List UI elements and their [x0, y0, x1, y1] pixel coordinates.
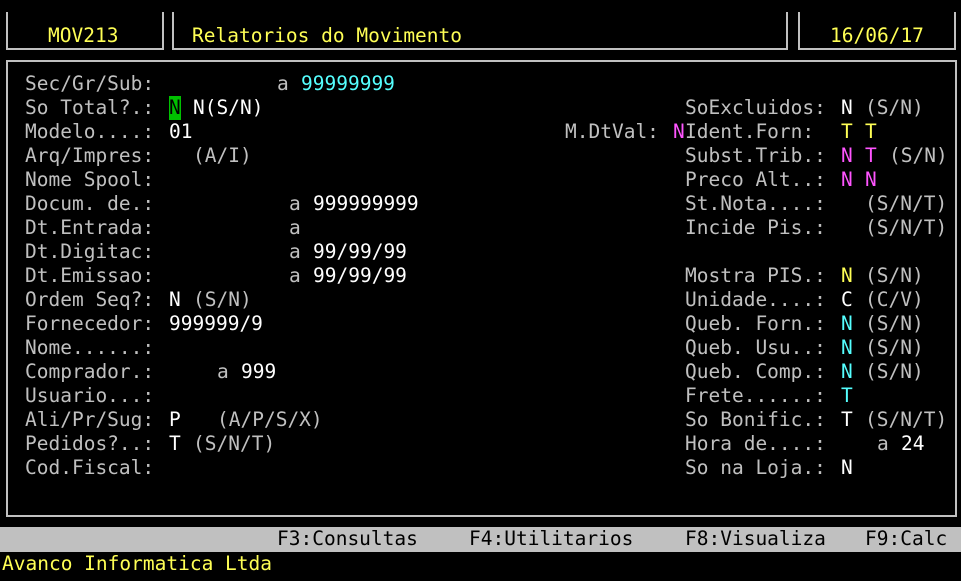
- label-pedidos: Pedidos?..:: [25, 432, 155, 455]
- label-arqimpres: Arq/Impres:: [25, 144, 155, 167]
- dtentrada-sep: a: [289, 216, 301, 239]
- label-quebusu: Queb. Usu..:: [685, 336, 826, 359]
- substtrib-field-1[interactable]: N: [841, 144, 853, 168]
- label-secgrsub: Sec/Gr/Sub:: [25, 72, 155, 95]
- label-frete: Frete......:: [685, 384, 826, 407]
- quebcomp-field[interactable]: N: [841, 360, 853, 384]
- mdtval-field[interactable]: N: [673, 120, 685, 144]
- precoalt-field-1[interactable]: N: [841, 168, 853, 192]
- substtrib-hint: (S/N): [889, 144, 948, 167]
- dtdigitac-sep: a: [289, 240, 301, 263]
- label-comprador: Comprador.:: [25, 360, 155, 383]
- mostrapis-field[interactable]: N: [841, 264, 853, 288]
- f9-calc-key[interactable]: F9:Calc: [865, 527, 947, 551]
- stnota-hint: (S/N/T): [865, 192, 948, 215]
- sototal-value: N(S/N): [193, 96, 264, 119]
- label-nomespool: Nome Spool:: [25, 168, 155, 191]
- arqimpres-hint: (A/I): [193, 144, 252, 167]
- horade-to-field[interactable]: 24: [901, 432, 924, 456]
- incidepis-hint: (S/N/T): [865, 216, 948, 239]
- label-nome: Nome......:: [25, 336, 155, 359]
- sobonific-hint: (S/N/T): [865, 408, 948, 431]
- label-mdtval: M.DtVal:: [565, 120, 659, 143]
- label-incidepis: Incide Pis.:: [685, 216, 826, 239]
- label-sototal: So Total?.:: [25, 96, 155, 119]
- pedidos-field[interactable]: T: [169, 432, 181, 456]
- f3-consultas-key[interactable]: F3:Consultas: [277, 527, 418, 551]
- label-quebforn: Queb. Forn.:: [685, 312, 826, 335]
- identforn-field-2[interactable]: T: [865, 120, 877, 144]
- label-dtemissao: Dt.Emissao:: [25, 264, 155, 287]
- aliprsug-field[interactable]: P: [169, 408, 181, 432]
- horade-sep: a: [877, 432, 889, 455]
- label-stnota: St.Nota....:: [685, 192, 826, 215]
- f4-utilitarios-key[interactable]: F4:Utilitarios: [469, 527, 633, 551]
- label-horade: Hora de....:: [685, 432, 826, 455]
- header-date: 16/06/17: [830, 24, 924, 47]
- docum-sep: a: [289, 192, 301, 215]
- company-footer: Avanco Informatica Ltda: [2, 552, 273, 575]
- ordemseq-hint: (S/N): [193, 288, 252, 311]
- label-usuario: Usuario...:: [25, 384, 155, 407]
- label-identforn: Ident.Forn:: [685, 120, 815, 143]
- label-precoalt: Preco Alt..:: [685, 168, 826, 191]
- aliprsug-hint: (A/P/S/X): [217, 408, 323, 431]
- comprador-to-field[interactable]: 999: [241, 360, 276, 384]
- function-key-bar: F3:Consultas F4:Utilitarios F8:Visualiza…: [0, 527, 961, 552]
- label-codfiscal: Cod.Fiscal:: [25, 456, 155, 479]
- quebforn-field[interactable]: N: [841, 312, 853, 336]
- soexcluidos-field[interactable]: N: [841, 96, 853, 120]
- dtemissao-sep: a: [289, 264, 301, 287]
- label-mostrapis: Mostra PIS.:: [685, 264, 826, 287]
- quebusu-hint: (S/N): [865, 336, 924, 359]
- soexcluidos-hint: (S/N): [865, 96, 924, 119]
- label-aliprsug: Ali/Pr/Sug:: [25, 408, 155, 431]
- label-quebcomp: Queb. Comp.:: [685, 360, 826, 383]
- sobonific-field[interactable]: T: [841, 408, 853, 432]
- label-docum: Docum. de.:: [25, 192, 155, 215]
- docum-to-field[interactable]: 999999999: [313, 192, 419, 216]
- comprador-sep: a: [217, 360, 229, 383]
- label-sonaloja: So na Loja.:: [685, 456, 826, 479]
- ordemseq-field[interactable]: N: [169, 288, 181, 312]
- mostrapis-hint: (S/N): [865, 264, 924, 287]
- sototal-input-cursor[interactable]: N: [169, 96, 181, 120]
- secgrsub-to-field[interactable]: 99999999: [301, 72, 395, 96]
- pedidos-hint: (S/N/T): [193, 432, 276, 455]
- program-code: MOV213: [48, 24, 119, 47]
- dtemissao-to-field[interactable]: 99/99/99: [313, 264, 407, 288]
- quebcomp-hint: (S/N): [865, 360, 924, 383]
- substtrib-field-2[interactable]: T: [865, 144, 877, 168]
- secgrsub-sep: a: [277, 72, 289, 95]
- identforn-field-1[interactable]: T: [841, 120, 853, 144]
- page-title: Relatorios do Movimento: [192, 24, 463, 47]
- label-substtrib: Subst.Trib.:: [685, 144, 826, 167]
- label-sobonific: So Bonific.:: [685, 408, 826, 431]
- fornecedor-field[interactable]: 999999/9: [169, 312, 263, 336]
- f8-visualiza-key[interactable]: F8:Visualiza: [685, 527, 826, 551]
- label-unidade: Unidade....:: [685, 288, 826, 311]
- quebforn-hint: (S/N): [865, 312, 924, 335]
- frete-field[interactable]: T: [841, 384, 853, 408]
- label-modelo: Modelo....:: [25, 120, 155, 143]
- label-dtentrada: Dt.Entrada:: [25, 216, 155, 239]
- quebusu-field[interactable]: N: [841, 336, 853, 360]
- label-dtdigitac: Dt.Digitac:: [25, 240, 155, 263]
- dtdigitac-to-field[interactable]: 99/99/99: [313, 240, 407, 264]
- unidade-hint: (C/V): [865, 288, 924, 311]
- sonaloja-field[interactable]: N: [841, 456, 853, 480]
- precoalt-field-2[interactable]: N: [865, 168, 877, 192]
- unidade-field[interactable]: C: [841, 288, 853, 312]
- label-ordemseq: Ordem Seq?:: [25, 288, 155, 311]
- label-fornecedor: Fornecedor:: [25, 312, 155, 335]
- modelo-field[interactable]: 01: [169, 120, 192, 144]
- label-soexcluidos: SoExcluidos:: [685, 96, 826, 119]
